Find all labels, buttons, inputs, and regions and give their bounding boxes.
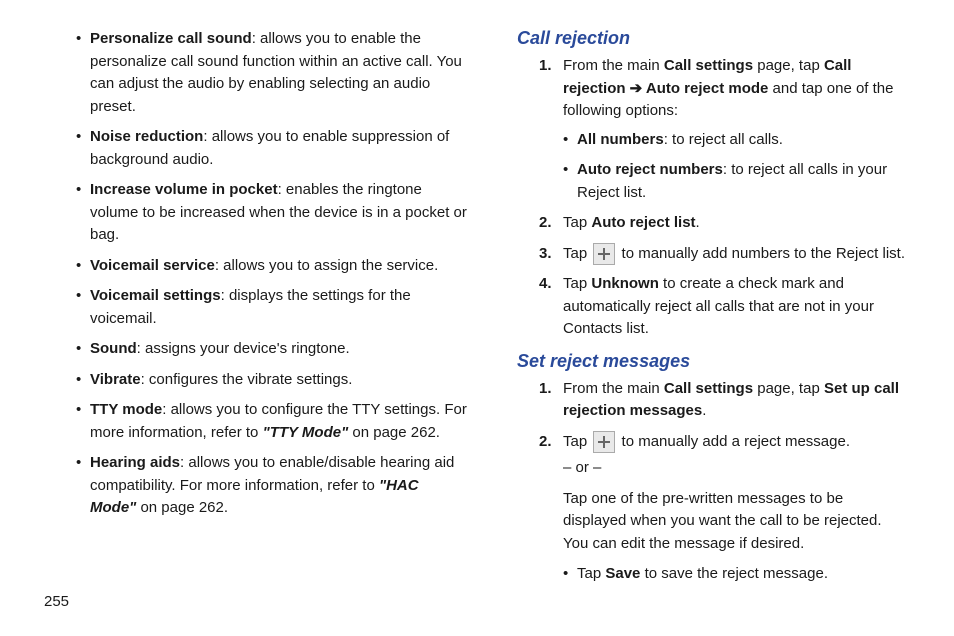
item-title: All numbers	[577, 131, 664, 148]
page-number: 255	[44, 593, 69, 610]
cross-ref: "TTY Mode"	[263, 424, 349, 441]
steps-call-rejection: 1. From the main Call settings page, tap…	[517, 55, 910, 341]
item-title: Noise reduction	[90, 128, 203, 145]
step-text: page, tap	[753, 380, 824, 397]
step-text: Tap	[563, 245, 591, 262]
sub-list: Tap Save to save the reject message.	[563, 563, 910, 586]
step-text: Tap	[563, 214, 591, 231]
step-bold: Auto reject list	[591, 214, 695, 231]
step-text: .	[702, 402, 706, 419]
step-text: From the main	[563, 57, 664, 74]
step-item: 1. From the main Call settings page, tap…	[539, 378, 910, 423]
list-item: Sound: assigns your device's ringtone.	[76, 338, 469, 361]
or-divider: – or –	[563, 457, 910, 480]
item-title: Vibrate	[90, 371, 141, 388]
page: Personalize call sound: allows you to en…	[0, 0, 954, 594]
item-desc: : to reject all calls.	[664, 131, 783, 148]
left-column: Personalize call sound: allows you to en…	[44, 28, 469, 594]
list-item: Hearing aids: allows you to enable/disab…	[76, 452, 469, 520]
step-text: From the main	[563, 380, 664, 397]
list-item: Increase volume in pocket: enables the r…	[76, 179, 469, 247]
step-text: Tap	[563, 275, 591, 292]
feature-list: Personalize call sound: allows you to en…	[76, 28, 469, 520]
step-number: 2.	[539, 212, 552, 235]
list-item: Noise reduction: allows you to enable su…	[76, 126, 469, 171]
item-desc: Tap	[577, 565, 605, 582]
right-column: Call rejection 1. From the main Call set…	[517, 28, 910, 594]
item-title: Voicemail service	[90, 257, 215, 274]
list-item: All numbers: to reject all calls.	[563, 129, 910, 152]
item-desc: : allows you to assign the service.	[215, 257, 438, 274]
item-title: Auto reject numbers	[577, 161, 723, 178]
step-item: 2. Tap to manually add a reject message.…	[539, 431, 910, 586]
step-bold: Unknown	[591, 275, 659, 292]
item-desc: on page 262.	[136, 499, 228, 516]
item-title: Personalize call sound	[90, 30, 252, 47]
step-text: to manually add a reject message.	[617, 433, 850, 450]
list-item: Personalize call sound: allows you to en…	[76, 28, 469, 118]
item-title: Voicemail settings	[90, 287, 221, 304]
item-desc: : configures the vibrate settings.	[141, 371, 353, 388]
step-number: 2.	[539, 431, 552, 454]
step-text: Tap	[563, 433, 591, 450]
item-title: TTY mode	[90, 401, 162, 418]
list-item: Tap Save to save the reject message.	[563, 563, 910, 586]
step-number: 1.	[539, 378, 552, 401]
item-desc: to save the reject message.	[640, 565, 828, 582]
step-follow: Tap one of the pre-written messages to b…	[563, 488, 910, 556]
step-number: 3.	[539, 243, 552, 266]
list-item: Voicemail settings: displays the setting…	[76, 285, 469, 330]
item-title: Increase volume in pocket	[90, 181, 278, 198]
step-number: 1.	[539, 55, 552, 78]
step-bold: Call settings	[664, 380, 753, 397]
item-desc: : assigns your device's ringtone.	[137, 340, 350, 357]
step-item: 4. Tap Unknown to create a check mark an…	[539, 273, 910, 341]
list-item: TTY mode: allows you to configure the TT…	[76, 399, 469, 444]
step-text: .	[696, 214, 700, 231]
item-title: Hearing aids	[90, 454, 180, 471]
item-title: Sound	[90, 340, 137, 357]
step-item: 3. Tap to manually add numbers to the Re…	[539, 243, 910, 266]
item-title: Save	[605, 565, 640, 582]
section-title-set-reject: Set reject messages	[517, 351, 910, 372]
list-item: Voicemail service: allows you to assign …	[76, 255, 469, 278]
step-number: 4.	[539, 273, 552, 296]
step-text: page, tap	[753, 57, 824, 74]
sub-list: All numbers: to reject all calls. Auto r…	[563, 129, 910, 205]
plus-icon	[593, 243, 615, 265]
steps-set-reject: 1. From the main Call settings page, tap…	[517, 378, 910, 586]
step-item: 2. Tap Auto reject list.	[539, 212, 910, 235]
plus-icon	[593, 431, 615, 453]
step-bold: Call settings	[664, 57, 753, 74]
list-item: Auto reject numbers: to reject all calls…	[563, 159, 910, 204]
list-item: Vibrate: configures the vibrate settings…	[76, 369, 469, 392]
step-text: to manually add numbers to the Reject li…	[617, 245, 905, 262]
step-item: 1. From the main Call settings page, tap…	[539, 55, 910, 204]
section-title-call-rejection: Call rejection	[517, 28, 910, 49]
item-desc: on page 262.	[348, 424, 440, 441]
